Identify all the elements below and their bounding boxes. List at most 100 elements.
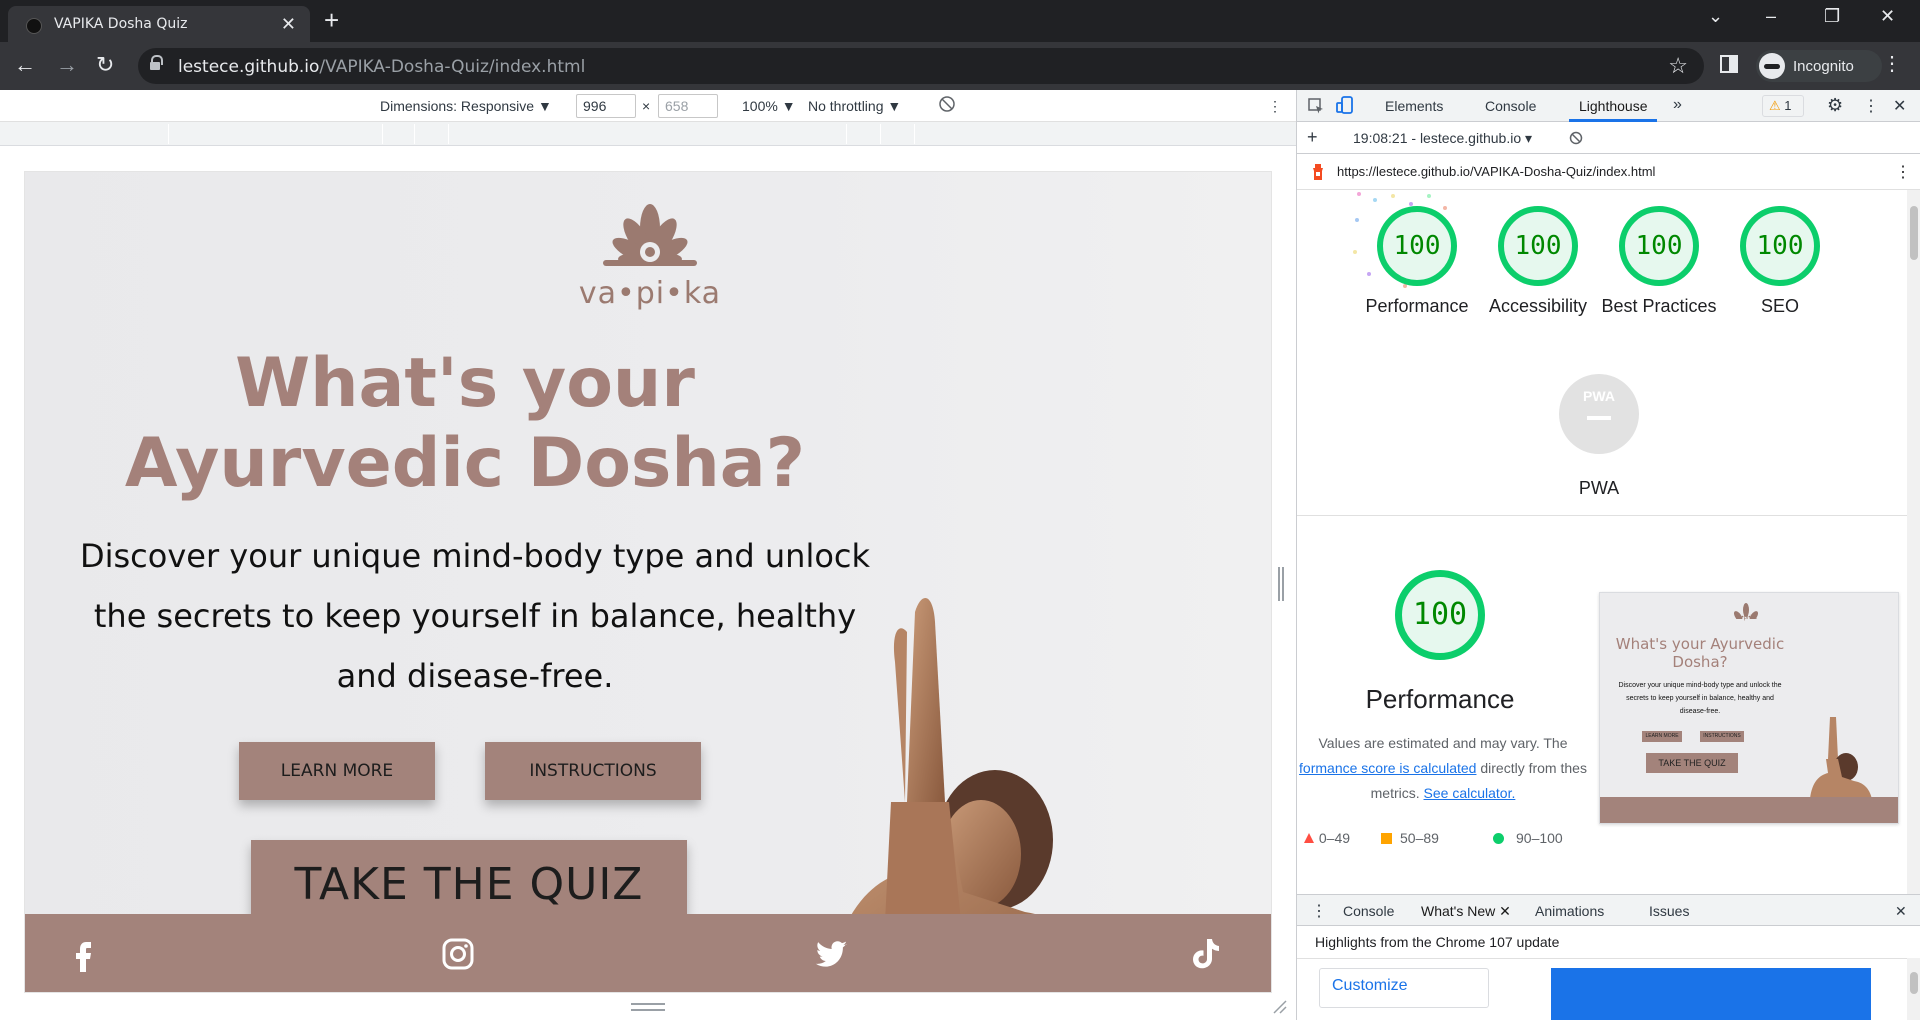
page-headline: What's your Ayurvedic Dosha? <box>124 344 806 503</box>
tab-close-icon[interactable]: ✕ <box>281 14 296 35</box>
tab-search-icon[interactable]: ⌄ <box>1708 6 1723 27</box>
thumbnail-headline: What's your Ayurvedic Dosha? <box>1615 635 1785 671</box>
incognito-icon <box>1759 53 1785 79</box>
report-scrollbar-thumb[interactable] <box>1910 206 1918 260</box>
rotate-icon[interactable] <box>938 95 956 116</box>
width-input[interactable]: 996 <box>576 94 636 118</box>
drawer-close-icon[interactable]: ✕ <box>1895 903 1907 920</box>
label-performance[interactable]: Performance <box>1357 294 1477 319</box>
new-report-icon[interactable]: + <box>1307 127 1318 148</box>
forward-button[interactable]: → <box>56 54 78 76</box>
score-calculated-link[interactable]: formance score is calculated <box>1299 760 1476 776</box>
label-pwa[interactable]: PWA <box>1539 476 1659 501</box>
report-url[interactable]: https://lestece.github.io/VAPIKA-Dosha-Q… <box>1337 164 1655 179</box>
media-query-bar[interactable] <box>0 122 1296 146</box>
legend-fail-triangle-icon <box>1304 833 1314 843</box>
label-best-practices[interactable]: Best Practices <box>1599 294 1719 319</box>
customize-card[interactable]: Customize <box>1319 968 1489 1008</box>
drawer-tab-close-icon[interactable]: ✕ <box>1499 903 1511 919</box>
settings-gear-icon[interactable]: ⚙ <box>1827 95 1843 116</box>
browser-toolbar: ← → ↻ lestece.github.io/VAPIKA-Dosha-Qui… <box>0 42 1920 90</box>
performance-big-gauge: 100 <box>1395 570 1485 660</box>
instagram-icon[interactable] <box>438 934 478 974</box>
url-text[interactable]: lestece.github.io/VAPIKA-Dosha-Quiz/inde… <box>178 57 585 77</box>
see-calculator-link[interactable]: See calculator. <box>1424 785 1516 801</box>
gauge-pwa[interactable]: PWA <box>1559 374 1639 454</box>
drawer-tab-animations[interactable]: Animations <box>1535 903 1604 919</box>
lighthouse-report: 100 Performance 100 Accessibility 100 Be… <box>1297 190 1907 894</box>
tab-lighthouse[interactable]: Lighthouse <box>1579 98 1648 114</box>
minimize-button[interactable]: – <box>1766 6 1776 27</box>
emulated-page: va•pi•ka What's your Ayurvedic Dosha? Di… <box>24 171 1272 993</box>
devtools-close-icon[interactable]: ✕ <box>1893 96 1906 116</box>
browser-menu-icon[interactable]: ⋮ <box>1882 54 1902 74</box>
tab-console[interactable]: Console <box>1485 98 1536 114</box>
drawer-scrollbar[interactable] <box>1907 958 1920 1020</box>
device-toolbar-menu-icon[interactable]: ⋮ <box>1268 98 1282 115</box>
warnings-badge[interactable]: ⚠ 1 <box>1762 95 1804 117</box>
corner-resize-handle[interactable] <box>1272 999 1288 1015</box>
throttling-dropdown[interactable]: No throttling ▼ <box>808 98 901 114</box>
height-input[interactable]: 658 <box>658 94 718 118</box>
twitter-icon[interactable] <box>811 934 851 974</box>
gauge-accessibility[interactable]: 100 <box>1498 206 1578 286</box>
close-window-button[interactable]: ✕ <box>1880 6 1895 27</box>
instructions-button[interactable]: INSTRUCTIONS <box>485 742 701 800</box>
final-screenshot-thumbnail[interactable]: va•pi•ka What's your Ayurvedic Dosha? Di… <box>1599 592 1899 824</box>
legend-average-square-icon <box>1381 833 1392 844</box>
social-footer <box>25 914 1271 992</box>
bookmark-star-icon[interactable]: ☆ <box>1668 53 1688 79</box>
whats-new-panel: Highlights from the Chrome 107 update Cu… <box>1297 926 1920 1020</box>
new-tab-button[interactable]: + <box>324 6 339 34</box>
restore-button[interactable]: ❐ <box>1824 6 1840 27</box>
side-panel-icon[interactable] <box>1720 55 1738 73</box>
gauge-seo[interactable]: 100 <box>1740 206 1820 286</box>
devtools-menu-icon[interactable]: ⋮ <box>1863 96 1879 116</box>
inspect-element-icon[interactable] <box>1307 97 1325 115</box>
reload-button[interactable]: ↻ <box>96 54 114 76</box>
page-subheading: Discover your unique mind-body type and … <box>79 537 871 695</box>
tab-title: VAPIKA Dosha Quiz <box>54 16 188 32</box>
dimensions-dropdown[interactable]: Dimensions: Responsive ▼ <box>380 98 552 114</box>
zoom-dropdown[interactable]: 100% ▼ <box>742 98 796 114</box>
devtools-panel: Elements Console Lighthouse » ⚠ 1 ⚙ ⋮ ✕ … <box>1296 90 1920 1020</box>
device-canvas: va•pi•ka What's your Ayurvedic Dosha? Di… <box>0 147 1296 1020</box>
drawer-menu-icon[interactable]: ⋮ <box>1311 901 1327 921</box>
score-accessibility: 100 <box>1514 231 1562 261</box>
tiktok-icon[interactable] <box>1185 934 1225 974</box>
whats-new-divider <box>1297 958 1907 959</box>
whats-new-video-card[interactable] <box>1551 968 1871 1020</box>
browser-tab[interactable]: VAPIKA Dosha Quiz ✕ <box>8 6 310 42</box>
report-scrollbar[interactable] <box>1907 190 1920 894</box>
more-tabs-icon[interactable]: » <box>1673 96 1682 114</box>
facebook-icon[interactable] <box>63 934 103 974</box>
clear-reports-icon[interactable] <box>1569 131 1583 145</box>
legend-fail: 0–49 <box>1303 830 1350 846</box>
warning-icon: ⚠ <box>1769 98 1781 113</box>
legend-pass-circle-icon <box>1493 833 1504 844</box>
address-bar[interactable]: lestece.github.io/VAPIKA-Dosha-Quiz/inde… <box>138 48 1704 84</box>
label-accessibility[interactable]: Accessibility <box>1478 294 1598 319</box>
report-menu-icon[interactable]: ⋮ <box>1895 162 1911 182</box>
lock-icon[interactable] <box>150 55 163 71</box>
drawer-tab-issues[interactable]: Issues <box>1649 903 1689 919</box>
performance-big-score: 100 <box>1412 597 1468 632</box>
label-seo[interactable]: SEO <box>1720 294 1840 319</box>
performance-title: Performance <box>1365 684 1515 714</box>
right-resize-handle[interactable] <box>1278 567 1284 601</box>
thumbnail-subheading: Discover your unique mind-body type and … <box>1618 682 1782 715</box>
drawer-tab-console[interactable]: Console <box>1343 903 1394 919</box>
tab-elements[interactable]: Elements <box>1385 98 1443 114</box>
device-toolbar-toggle-icon[interactable] <box>1335 95 1355 115</box>
back-button[interactable]: ← <box>14 54 36 76</box>
browser-tab-bar: VAPIKA Dosha Quiz ✕ + ⌄ – ❐ ✕ <box>0 0 1920 42</box>
learn-more-button[interactable]: LEARN MORE <box>239 742 435 800</box>
drawer-tab-whats-new[interactable]: What's New ✕ <box>1421 903 1511 920</box>
drawer-scrollbar-thumb[interactable] <box>1910 972 1918 994</box>
bottom-resize-handle[interactable] <box>631 1003 665 1011</box>
report-selector[interactable]: 19:08:21 - lestece.github.io ▾ <box>1353 130 1532 147</box>
incognito-profile-button[interactable]: Incognito <box>1756 50 1882 82</box>
gauge-performance[interactable]: 100 <box>1377 206 1457 286</box>
gauge-best-practices[interactable]: 100 <box>1619 206 1699 286</box>
devtools-tab-bar: Elements Console Lighthouse » ⚠ 1 ⚙ ⋮ ✕ <box>1297 90 1920 122</box>
